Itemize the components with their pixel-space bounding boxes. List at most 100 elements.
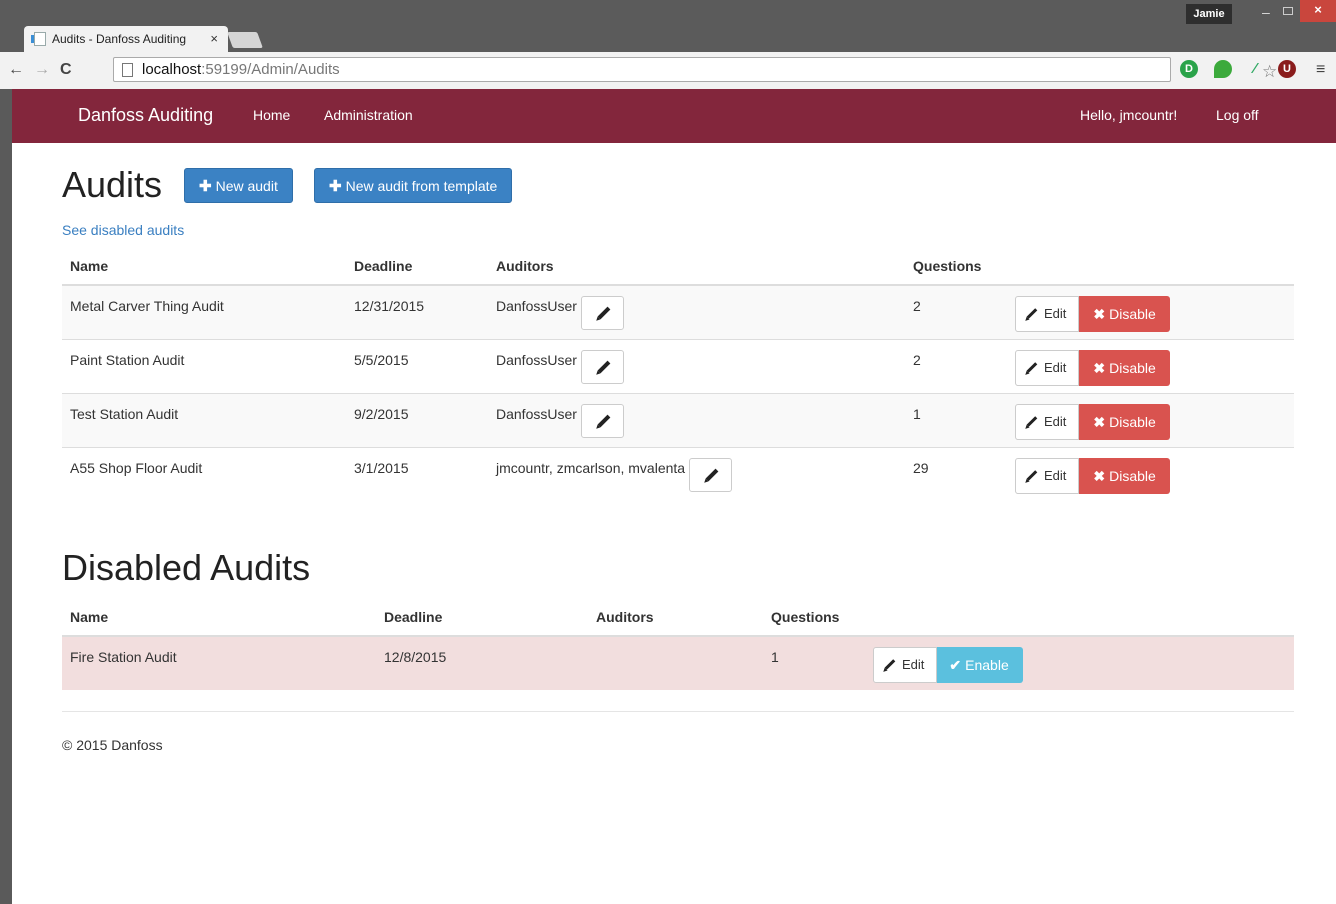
edit-auditors-button[interactable] bbox=[689, 457, 733, 492]
pencil-icon bbox=[1026, 469, 1038, 481]
disable-label: Disable bbox=[1109, 306, 1156, 322]
pencil-icon bbox=[884, 659, 896, 670]
table-row: Paint Station Audit 5/5/2015 DanfossUser… bbox=[62, 338, 1294, 393]
browser-titlebar: Audits - Danfoss Auditing × Jamie – × bbox=[0, 0, 1336, 52]
extension-leaf-icon[interactable] bbox=[1214, 60, 1232, 78]
disabled-audits-heading: Disabled Audits bbox=[62, 547, 311, 588]
audit-auditors: DanfossUser bbox=[488, 338, 905, 393]
disable-button[interactable]: ✖ Disable bbox=[1079, 296, 1170, 332]
col-questions: Questions bbox=[905, 248, 1007, 286]
nav-logoff[interactable]: Log off bbox=[1216, 107, 1259, 123]
audit-name: Test Station Audit bbox=[62, 392, 346, 447]
audit-questions: 2 bbox=[905, 338, 1007, 393]
col-name: Name bbox=[62, 248, 346, 286]
address-bar[interactable]: localhost:59199/Admin/Audits ☆ bbox=[113, 57, 1277, 82]
edit-label: Edit bbox=[1044, 306, 1067, 321]
disable-button[interactable]: ✖ Disable bbox=[1079, 349, 1170, 386]
col-actions bbox=[865, 599, 1294, 637]
x-icon: ✖ bbox=[1093, 413, 1106, 430]
col-auditors: Auditors bbox=[488, 248, 905, 286]
pencil-icon bbox=[1026, 308, 1038, 319]
audit-actions: Edit ✖ Disable bbox=[1007, 338, 1294, 393]
forward-icon[interactable]: → bbox=[34, 61, 50, 79]
audit-auditors: DanfossUser bbox=[488, 392, 905, 447]
new-tab-button[interactable] bbox=[227, 32, 263, 48]
footer-divider bbox=[62, 711, 1294, 712]
audit-questions: 1 bbox=[905, 392, 1007, 447]
pencil-icon bbox=[1026, 415, 1038, 427]
edit-button[interactable]: Edit bbox=[1015, 296, 1080, 332]
pencil-icon bbox=[705, 468, 719, 481]
page-favicon-icon bbox=[31, 32, 46, 46]
table-row: Test Station Audit 9/2/2015 DanfossUser … bbox=[62, 392, 1294, 447]
table-row: Fire Station Audit 12/8/2015 1 Edit ✔ Ena… bbox=[62, 635, 1294, 690]
reload-icon[interactable]: C bbox=[60, 61, 72, 79]
audit-questions: 1 bbox=[763, 635, 865, 690]
audit-name: A55 Shop Floor Audit bbox=[62, 446, 346, 501]
extension-arrow-icon[interactable]: ⁄ bbox=[1246, 60, 1264, 78]
edit-label: Edit bbox=[1044, 359, 1067, 375]
disable-button[interactable]: ✖ Disable bbox=[1079, 403, 1170, 440]
extension-d-icon[interactable]: D bbox=[1180, 60, 1198, 78]
ublock-icon[interactable]: U bbox=[1278, 60, 1296, 78]
brand-link[interactable]: Danfoss Auditing bbox=[78, 105, 213, 126]
plus-icon: ✚ bbox=[199, 178, 212, 195]
enable-label: Enable bbox=[965, 657, 1009, 673]
edit-button[interactable]: Edit bbox=[1015, 349, 1080, 386]
audit-name: Fire Station Audit bbox=[62, 635, 376, 690]
col-deadline: Deadline bbox=[346, 248, 488, 286]
auditors-text: DanfossUser bbox=[496, 351, 577, 368]
audit-deadline: 9/2/2015 bbox=[346, 392, 488, 447]
window-close-icon[interactable]: × bbox=[1300, 0, 1336, 22]
edit-auditors-button[interactable] bbox=[580, 296, 624, 330]
see-disabled-audits-link[interactable]: See disabled audits bbox=[62, 222, 184, 238]
audit-deadline: 12/8/2015 bbox=[376, 635, 576, 690]
footer-copyright: © 2015 Danfoss bbox=[62, 737, 163, 753]
edit-label: Edit bbox=[902, 657, 925, 672]
pencil-icon bbox=[597, 414, 611, 427]
audit-auditors: DanfossUser bbox=[488, 284, 905, 339]
enable-button[interactable]: ✔ Enable bbox=[937, 647, 1023, 683]
profile-badge[interactable]: Jamie bbox=[1186, 4, 1232, 24]
tab-close-icon[interactable]: × bbox=[210, 31, 218, 46]
col-questions: Questions bbox=[763, 599, 865, 637]
pencil-icon bbox=[597, 306, 611, 320]
edit-label: Edit bbox=[1044, 413, 1067, 429]
edit-auditors-button[interactable] bbox=[580, 349, 624, 384]
disable-button[interactable]: ✖ Disable bbox=[1079, 457, 1170, 494]
url-host: localhost bbox=[142, 61, 202, 78]
audit-deadline: 5/5/2015 bbox=[346, 338, 488, 393]
nav-administration[interactable]: Administration bbox=[324, 107, 413, 123]
col-deadline: Deadline bbox=[376, 599, 576, 637]
col-auditors: Auditors bbox=[576, 599, 763, 637]
nav-user-greeting[interactable]: Hello, jmcountr! bbox=[1080, 107, 1177, 123]
tab-title: Audits - Danfoss Auditing bbox=[52, 32, 187, 46]
edit-button[interactable]: Edit bbox=[873, 647, 938, 683]
chrome-menu-icon[interactable]: ≡ bbox=[1316, 61, 1325, 79]
table-row: Metal Carver Thing Audit 12/31/2015 Danf… bbox=[62, 284, 1294, 339]
edit-auditors-button[interactable] bbox=[580, 403, 624, 438]
audit-actions: Edit ✖ Disable bbox=[1007, 446, 1294, 501]
audit-questions: 2 bbox=[905, 284, 1007, 339]
col-actions bbox=[1007, 248, 1294, 286]
maximize-icon[interactable] bbox=[1283, 7, 1293, 15]
new-audit-from-template-button[interactable]: ✚ New audit from template bbox=[314, 168, 513, 203]
check-icon: ✔ bbox=[949, 657, 962, 673]
auditors-text: DanfossUser bbox=[496, 298, 577, 314]
bookmark-star-icon[interactable]: ☆ bbox=[1262, 62, 1277, 82]
audit-actions: Edit ✖ Disable bbox=[1007, 392, 1294, 447]
minimize-icon[interactable]: – bbox=[1262, 4, 1270, 20]
plus-icon: ✚ bbox=[329, 178, 342, 195]
nav-home[interactable]: Home bbox=[253, 107, 290, 123]
browser-tab[interactable]: Audits - Danfoss Auditing × bbox=[24, 26, 228, 52]
edit-button[interactable]: Edit bbox=[1015, 457, 1080, 494]
url-path: :59199/Admin/Audits bbox=[201, 61, 340, 78]
edit-button[interactable]: Edit bbox=[1015, 403, 1080, 440]
disable-label: Disable bbox=[1109, 467, 1156, 484]
audit-actions: Edit ✖ Disable bbox=[1007, 284, 1294, 339]
audits-heading: Audits bbox=[62, 164, 163, 205]
new-from-template-label: New audit from template bbox=[345, 178, 498, 194]
x-icon: ✖ bbox=[1093, 359, 1106, 376]
new-audit-button[interactable]: ✚ New audit bbox=[184, 168, 293, 203]
back-icon[interactable]: ← bbox=[8, 61, 24, 79]
